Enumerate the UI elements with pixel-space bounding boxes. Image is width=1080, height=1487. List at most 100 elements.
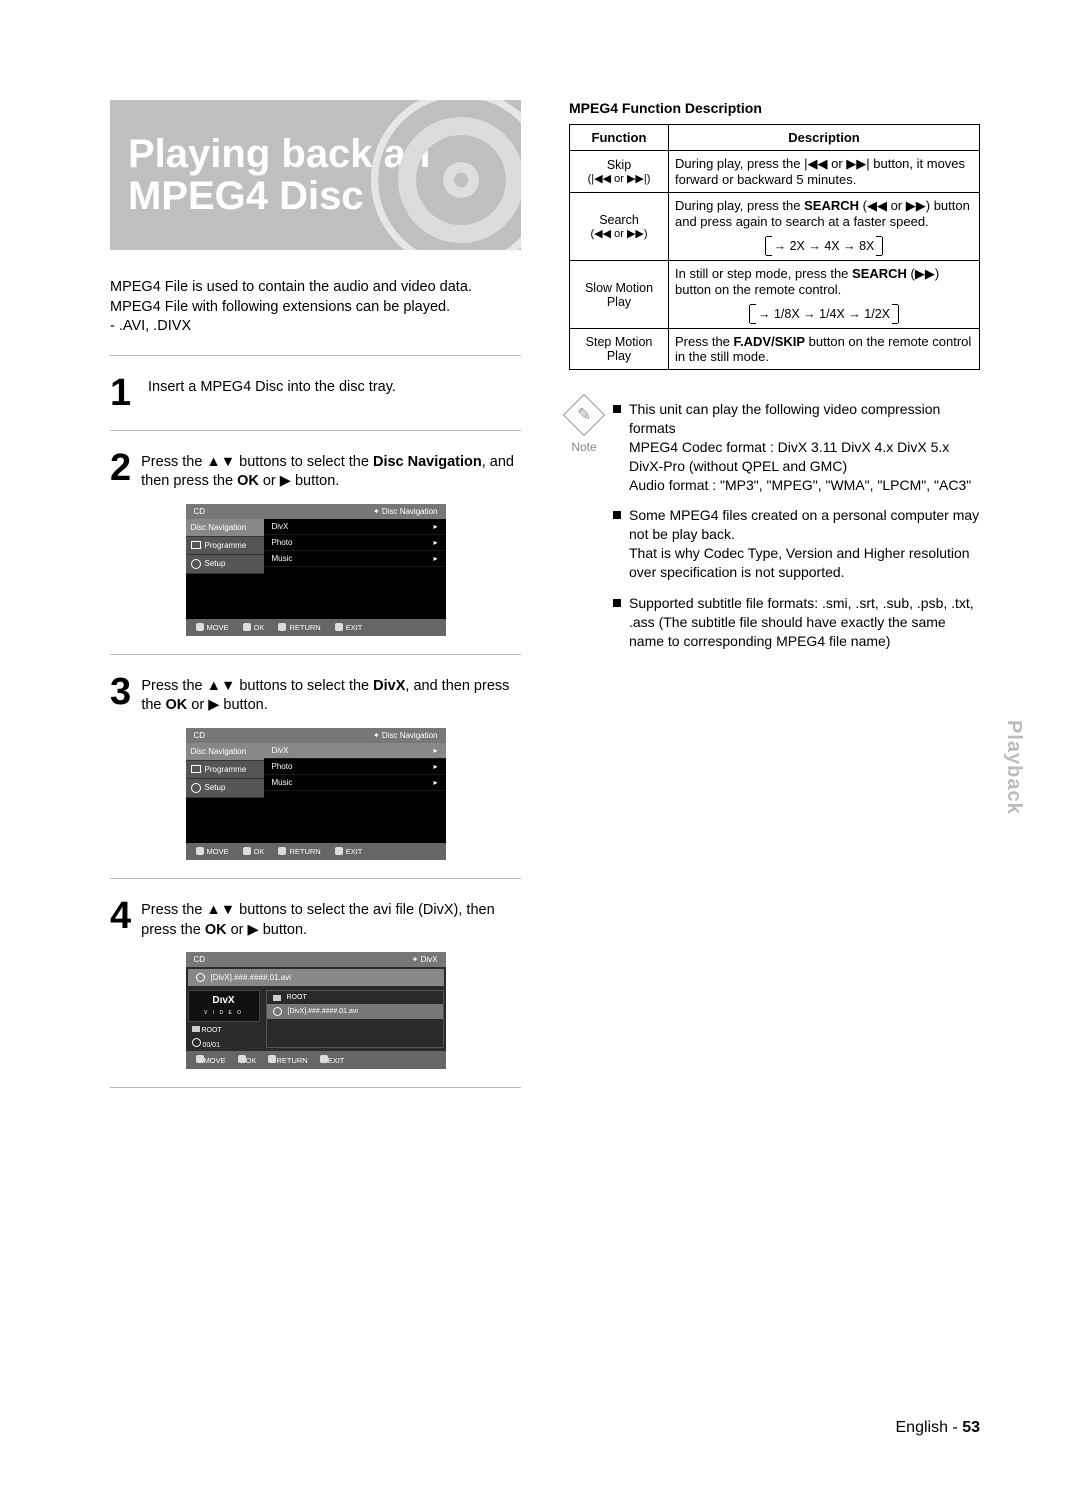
osd-footer: MOVE OK RETURN EXIT — [186, 1051, 446, 1069]
note-block: ✎ Note This unit can play the following … — [569, 400, 980, 663]
forward-icon: ▶▶ — [915, 266, 935, 281]
osd-screenshot-filelist: CD ✦ DivX [DivX].###.####.01.avi DıvX — [186, 952, 446, 1069]
folder-icon — [273, 995, 281, 1001]
osd-row-photo: Photo▸ — [264, 535, 446, 551]
two-column-layout: Playing back an MPEG4 Disc MPEG4 File is… — [110, 100, 980, 1106]
divider — [110, 1087, 521, 1088]
section-hero: Playing back an MPEG4 Disc — [110, 100, 521, 250]
osd-row-divx: DivX▸ — [264, 743, 446, 759]
step-text: Press the ▲▼ buttons to select the DivX,… — [141, 673, 521, 716]
speed-sequence: → 1/8X → 1/4X → 1/2X — [749, 305, 899, 323]
divider — [110, 654, 521, 655]
ok-icon — [243, 847, 251, 855]
move-icon — [196, 623, 204, 631]
play-icon: ▶ — [280, 473, 291, 489]
divider — [110, 355, 521, 356]
search-buttons-icon: (◀◀ or ▶▶) — [576, 227, 662, 240]
osd-list-file: [DivX].###.####.01.avi — [267, 1004, 443, 1019]
gear-icon — [191, 559, 201, 569]
ok-icon — [243, 623, 251, 631]
osd-side-disc-navigation: Disc Navigation — [186, 743, 264, 761]
forward-icon: ▶▶ — [906, 198, 926, 213]
up-down-icon: ▲▼ — [206, 902, 235, 918]
osd-row-photo: Photo▸ — [264, 759, 446, 775]
osd-list-root: ROOT — [267, 991, 443, 1004]
step-3: 3 Press the ▲▼ buttons to select the Div… — [110, 673, 521, 716]
page-number: 53 — [962, 1419, 980, 1436]
step-number: 2 — [110, 449, 131, 487]
fn-slow-motion: Slow Motion Play — [570, 261, 669, 329]
chevron-right-icon: ▸ — [433, 554, 437, 563]
osd-side-setup: Setup — [186, 779, 264, 798]
fn-search: Search (◀◀ or ▶▶) — [570, 193, 669, 261]
play-icon: ▶ — [208, 697, 219, 713]
osd-side-disc-navigation: Disc Navigation — [186, 519, 264, 537]
table-row: Step Motion Play Press the F.ADV/SKIP bu… — [570, 329, 980, 370]
osd-header: CD ✦ Disc Navigation — [186, 728, 446, 743]
fn-step-motion: Step Motion Play — [570, 329, 669, 370]
footer-language: English — [896, 1419, 948, 1436]
intro-p3: - .AVI, .DIVX — [110, 317, 521, 337]
manual-page: Playing back an MPEG4 Disc MPEG4 File is… — [0, 0, 1080, 1487]
divider — [110, 878, 521, 879]
osd-sidebar: Disc Navigation Programme Setup — [186, 519, 264, 619]
folder-icon — [192, 1026, 200, 1032]
chevron-right-icon: ▸ — [433, 522, 437, 531]
osd-breadcrumb: ✦ Disc Navigation — [373, 731, 438, 740]
rewind-icon: ◀◀ — [867, 198, 887, 213]
section-tab: Playback — [1002, 720, 1025, 815]
prev-icon: |◀◀ — [804, 156, 827, 171]
th-description: Description — [669, 125, 980, 151]
osd-cd-label: CD — [194, 731, 206, 740]
intro-text: MPEG4 File is used to contain the audio … — [110, 278, 521, 337]
bullet-icon — [613, 405, 621, 413]
move-icon — [196, 1055, 204, 1063]
osd-file-list: ROOT [DivX].###.####.01.avi — [266, 990, 444, 1048]
note-icon: ✎ — [563, 394, 605, 436]
step-number: 3 — [110, 673, 131, 711]
osd-screenshot-nav: CD ✦ Disc Navigation Disc Navigation Pro… — [186, 504, 446, 636]
osd-screenshot-divx: CD ✦ Disc Navigation Disc Navigation Pro… — [186, 728, 446, 860]
step-number: 1 — [110, 374, 138, 412]
up-down-icon: ▲▼ — [206, 454, 235, 470]
tv-icon — [191, 765, 201, 773]
disc-icon — [371, 100, 521, 250]
osd-row-music: Music▸ — [264, 775, 446, 791]
osd-cd-label: CD — [194, 955, 206, 964]
osd-row-divx: DivX▸ — [264, 519, 446, 535]
exit-icon — [335, 847, 343, 855]
move-icon — [196, 847, 204, 855]
step-number: 4 — [110, 897, 131, 935]
right-column: MPEG4 Function Description Function Desc… — [569, 100, 980, 1106]
intro-p1: MPEG4 File is used to contain the audio … — [110, 278, 521, 298]
return-icon — [278, 847, 286, 855]
chevron-right-icon: ▸ — [433, 538, 437, 547]
osd-side-programme: Programme — [186, 761, 264, 779]
function-table: Function Description Skip (|◀◀ or ▶▶|) D… — [569, 124, 980, 370]
speed-sequence: → 2X → 4X → 8X — [765, 237, 884, 255]
bullet-icon — [613, 599, 621, 607]
intro-p2: MPEG4 File with following extensions can… — [110, 298, 521, 318]
fn-search-desc: During play, press the SEARCH (◀◀ or ▶▶)… — [669, 193, 980, 261]
osd-footer: MOVE OK RETURN EXIT — [186, 619, 446, 636]
divx-logo: DıvX V I D E O — [188, 990, 260, 1022]
divider — [110, 430, 521, 431]
fn-skip: Skip (|◀◀ or ▶▶|) — [570, 151, 669, 193]
step-text: Insert a MPEG4 Disc into the disc tray. — [148, 374, 396, 398]
function-table-heading: MPEG4 Function Description — [569, 100, 980, 116]
list-item: Some MPEG4 files created on a personal c… — [613, 506, 980, 582]
list-item: This unit can play the following video c… — [613, 400, 980, 494]
osd-cd-label: CD — [194, 507, 206, 516]
step-1: 1 Insert a MPEG4 Disc into the disc tray… — [110, 374, 521, 412]
osd-sidebar: Disc Navigation Programme Setup — [186, 743, 264, 843]
osd-main: DivX▸ Photo▸ Music▸ — [264, 743, 446, 843]
th-function: Function — [570, 125, 669, 151]
disc-small-icon — [192, 1038, 201, 1047]
disc-small-icon — [273, 1007, 282, 1016]
up-down-icon: ▲▼ — [207, 678, 236, 694]
next-icon: ▶▶| — [846, 156, 869, 171]
tv-icon — [191, 541, 201, 549]
fn-slow-desc: In still or step mode, press the SEARCH … — [669, 261, 980, 329]
osd-breadcrumb: ✦ Disc Navigation — [373, 507, 438, 516]
step-text: Press the ▲▼ buttons to select the Disc … — [141, 449, 521, 492]
